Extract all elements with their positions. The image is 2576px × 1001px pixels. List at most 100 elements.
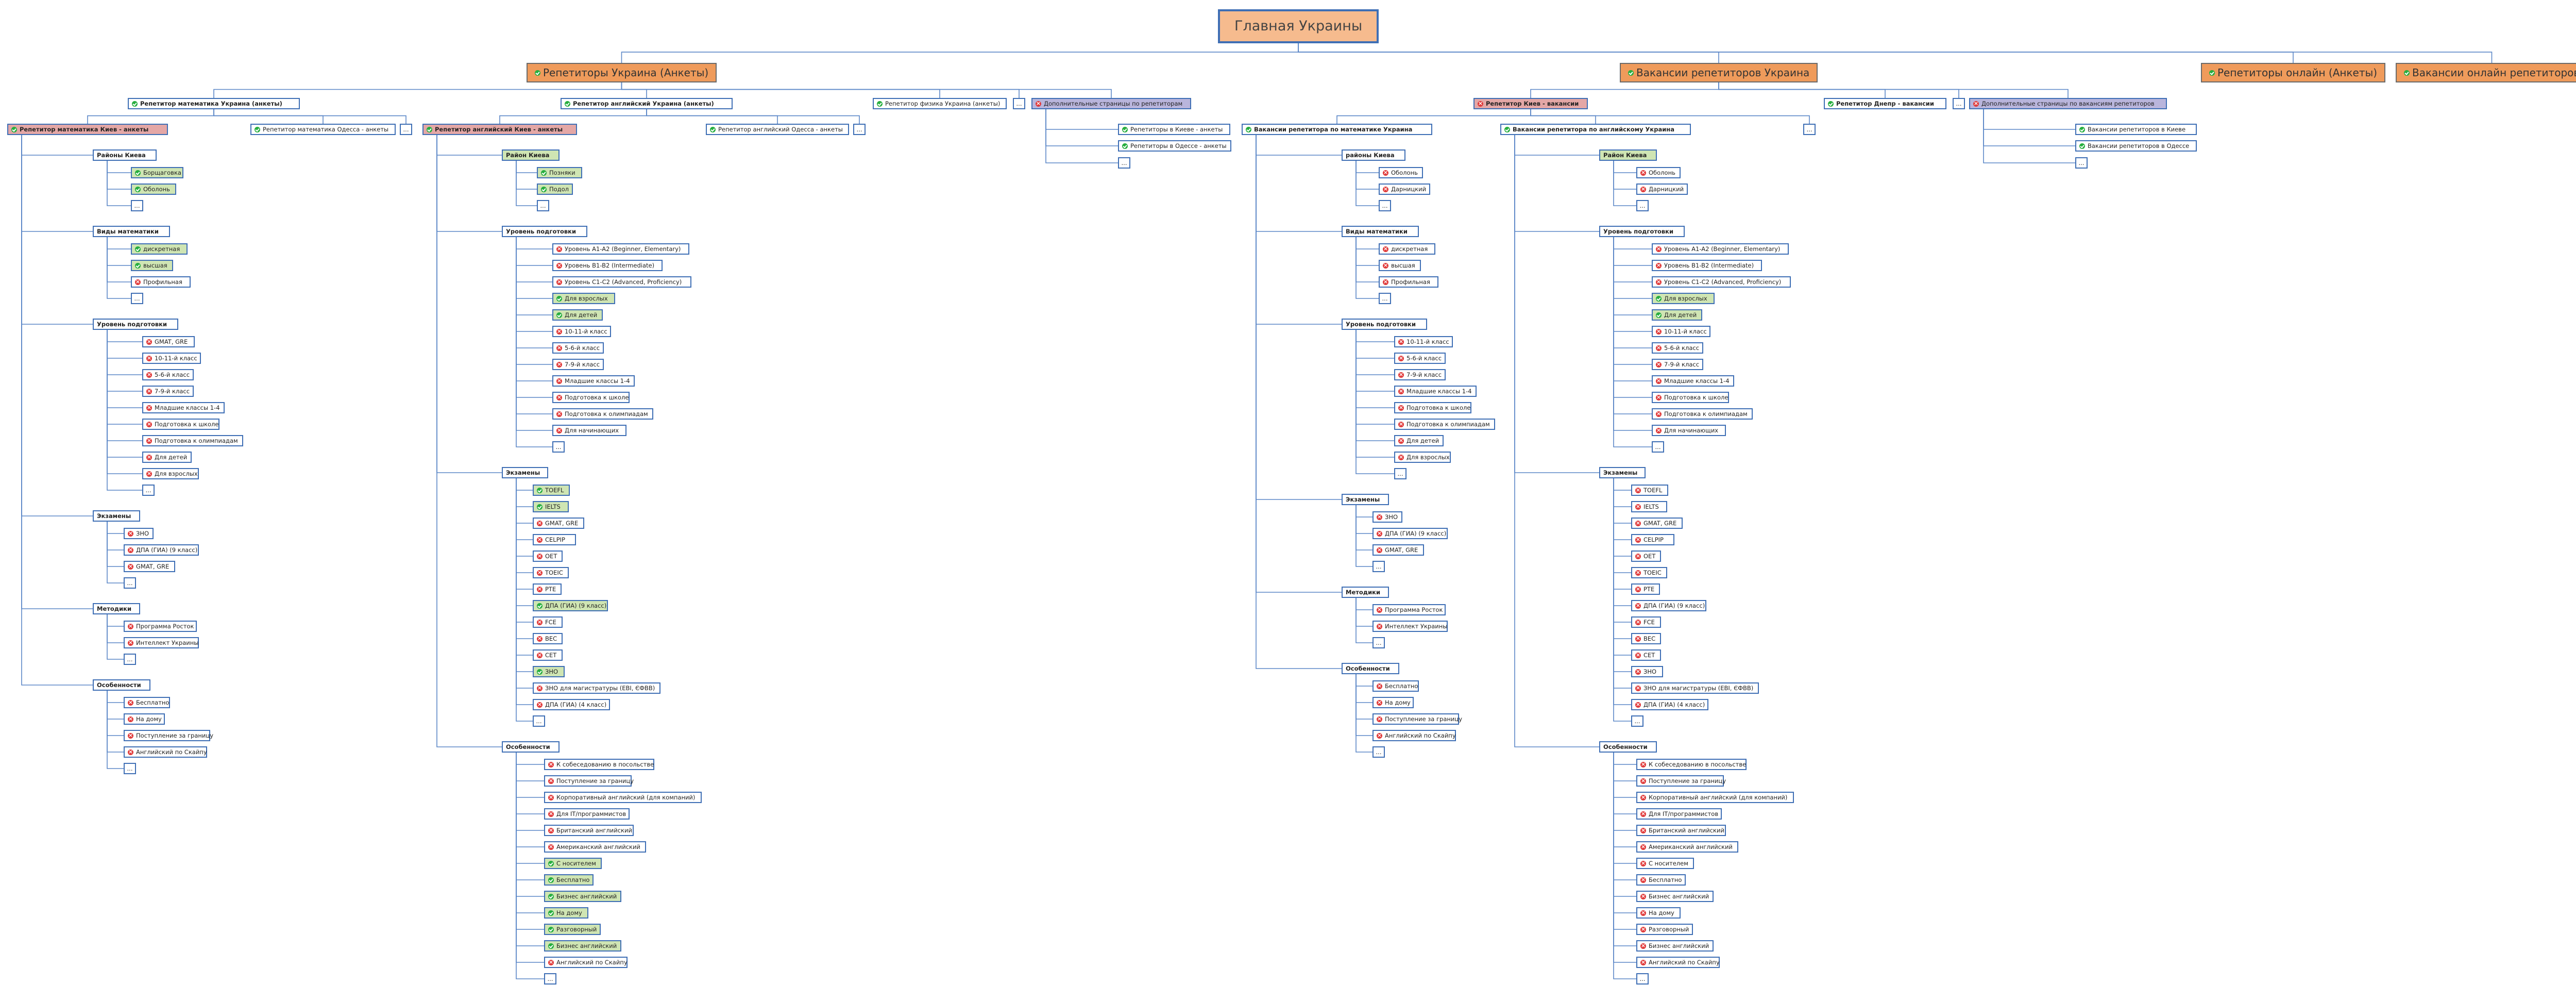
more-node[interactable]: ... — [853, 124, 866, 135]
more-node[interactable]: ... — [552, 441, 565, 453]
sitemap-node[interactable]: Поступление за границу — [124, 730, 213, 741]
sitemap-node[interactable]: GMAT, GRE — [533, 518, 584, 529]
sitemap-node[interactable]: 10-11-й класс — [552, 326, 611, 337]
sitemap-node[interactable]: CELPIP — [533, 534, 576, 545]
sitemap-node[interactable]: Поступление за границу — [544, 775, 634, 787]
sitemap-node[interactable]: 7-9-й класс — [142, 386, 194, 397]
more-node[interactable]: ... — [1379, 293, 1391, 304]
sitemap-node[interactable]: Профильная — [1379, 276, 1438, 288]
sitemap-node[interactable]: ЗНО — [1372, 511, 1402, 523]
sitemap-node[interactable]: ДПА (ГИА) (4 класс) — [1631, 699, 1708, 710]
sitemap-node[interactable]: BEC — [533, 633, 563, 644]
sitemap-node[interactable]: 5-6-й класс — [552, 342, 604, 354]
sitemap-node[interactable]: ДПА (ГИА) (9 класс) — [1631, 600, 1706, 611]
sitemap-node[interactable]: GMAT, GRE — [142, 336, 195, 347]
sitemap-node[interactable]: С носителем — [1636, 858, 1694, 869]
sitemap-node[interactable]: Разговорный — [1636, 924, 1693, 935]
sitemap-node[interactable]: Американский английский — [544, 841, 646, 853]
sitemap-node[interactable]: Младшие классы 1-4 — [552, 375, 635, 387]
sitemap-node[interactable]: Для детей — [1394, 435, 1444, 446]
sitemap-node[interactable]: Репетитор математика Украина (анкеты) — [128, 98, 300, 109]
sitemap-node[interactable]: Виды математики — [1342, 226, 1419, 237]
more-node[interactable]: ... — [131, 293, 143, 304]
sitemap-node[interactable]: Бесплатно — [124, 697, 170, 708]
sitemap-node[interactable]: Вакансии онлайн репетиторов — [2396, 63, 2576, 82]
sitemap-node[interactable]: FCE — [533, 616, 563, 628]
sitemap-node[interactable]: Программа Росток — [124, 621, 197, 632]
sitemap-node[interactable]: Оболонь — [1636, 167, 1681, 178]
sitemap-node[interactable]: Уровень подготовки — [93, 319, 178, 330]
more-node[interactable]: ... — [1379, 200, 1391, 211]
sitemap-node[interactable]: высшая — [1379, 260, 1421, 271]
root-node[interactable]: Главная Украины — [1218, 9, 1379, 43]
sitemap-node[interactable]: Репетитор английский Киев - анкеты — [422, 124, 577, 135]
sitemap-node[interactable]: районы Киева — [1342, 149, 1405, 161]
sitemap-node[interactable]: ЗНО — [1631, 666, 1663, 677]
sitemap-node[interactable]: Особенности — [1342, 663, 1399, 674]
sitemap-node[interactable]: Уровень подготовки — [1599, 226, 1685, 237]
sitemap-node[interactable]: На дому — [1372, 697, 1414, 708]
sitemap-node[interactable]: Для взрослых — [1394, 452, 1451, 463]
sitemap-node[interactable]: Уровень A1-A2 (Beginner, Elementary) — [552, 243, 689, 255]
sitemap-node[interactable]: 10-11-й класс — [142, 353, 201, 364]
sitemap-node[interactable]: высшая — [131, 260, 173, 271]
sitemap-node[interactable]: TOEFL — [533, 485, 570, 496]
sitemap-node[interactable]: Позняки — [537, 167, 582, 178]
sitemap-node[interactable]: PTE — [533, 583, 562, 595]
sitemap-node[interactable]: Для детей — [142, 452, 192, 463]
sitemap-node[interactable]: 5-6-й класс — [1394, 353, 1446, 364]
sitemap-node[interactable]: Бесплатно — [1372, 680, 1419, 692]
sitemap-node[interactable]: Особенности — [1599, 741, 1657, 753]
sitemap-node[interactable]: Экзамены — [93, 510, 140, 522]
sitemap-node[interactable]: Борщаговка — [131, 167, 183, 178]
sitemap-node[interactable]: Английский по Скайпу — [1636, 957, 1720, 968]
sitemap-node[interactable]: Подготовка к олимпиадам — [552, 408, 653, 420]
sitemap-node[interactable]: Бизнес английский — [544, 940, 621, 952]
sitemap-node[interactable]: OET — [1631, 550, 1661, 562]
sitemap-node[interactable]: Репетитор английский Украина (анкеты) — [561, 98, 733, 109]
sitemap-node[interactable]: Район Киева — [502, 149, 560, 161]
sitemap-node[interactable]: Экзамены — [1342, 494, 1389, 505]
sitemap-node[interactable]: На дому — [124, 713, 165, 725]
more-node[interactable]: ... — [1372, 561, 1385, 572]
sitemap-node[interactable]: Уровень C1-C2 (Advanced, Proficiency) — [1652, 276, 1791, 288]
more-node[interactable]: ... — [1394, 468, 1406, 479]
sitemap-node[interactable]: Дополнительные страницы по репетиторам — [1031, 98, 1191, 109]
sitemap-node[interactable]: Для начинающих — [1652, 425, 1726, 436]
more-node[interactable]: ... — [1636, 973, 1649, 985]
sitemap-node[interactable]: ДПА (ГИА) (9 класс) — [533, 600, 608, 611]
sitemap-node[interactable]: Для начинающих — [552, 425, 626, 436]
more-node[interactable]: ... — [1118, 157, 1130, 169]
sitemap-node[interactable]: Уровень A1-A2 (Beginner, Elementary) — [1652, 243, 1789, 255]
sitemap-node[interactable]: Уровень C1-C2 (Advanced, Proficiency) — [552, 276, 691, 288]
sitemap-node[interactable]: GMAT, GRE — [124, 561, 175, 572]
sitemap-node[interactable]: Бесплатно — [544, 874, 594, 886]
sitemap-node[interactable]: Виды математики — [93, 226, 170, 237]
sitemap-node[interactable]: ЗНО — [124, 528, 154, 539]
sitemap-node[interactable]: Особенности — [93, 679, 150, 691]
sitemap-node[interactable]: С носителем — [544, 858, 602, 869]
more-node[interactable]: ... — [124, 577, 136, 589]
sitemap-node[interactable]: Репетиторы в Одессе - анкеты — [1118, 140, 1231, 152]
sitemap-node[interactable]: Профильная — [131, 276, 191, 288]
sitemap-node[interactable]: Бизнес английский — [544, 891, 621, 902]
sitemap-node[interactable]: TOEIC — [533, 567, 569, 578]
sitemap-node[interactable]: Уровень подготовки — [502, 226, 587, 237]
more-node[interactable]: ... — [400, 124, 412, 135]
sitemap-node[interactable]: ЗНО для магистратуры (ЕВІ, ЄФВВ) — [1631, 682, 1759, 694]
sitemap-node[interactable]: Уровень подготовки — [1342, 319, 1427, 330]
sitemap-node[interactable]: 7-9-й класс — [1652, 359, 1703, 370]
sitemap-node[interactable]: Оболонь — [131, 183, 176, 195]
sitemap-node[interactable]: FCE — [1631, 616, 1661, 628]
sitemap-node[interactable]: ЗНО для магистратуры (ЕВІ, ЄФВВ) — [533, 682, 660, 694]
sitemap-node[interactable]: 5-6-й класс — [142, 369, 194, 380]
sitemap-node[interactable]: Интеллект Украины — [124, 637, 199, 648]
sitemap-node[interactable]: Репетиторы Украина (Анкеты) — [527, 63, 717, 82]
sitemap-node[interactable]: Подготовка к школе — [1394, 402, 1471, 413]
more-node[interactable]: ... — [1372, 746, 1385, 758]
sitemap-node[interactable]: 7-9-й класс — [552, 359, 604, 370]
sitemap-node[interactable]: Вакансии репетиторов в Киеве — [2075, 124, 2197, 135]
sitemap-node[interactable]: 5-6-й класс — [1652, 342, 1703, 354]
sitemap-node[interactable]: Корпоративный английский (для компаний) — [1636, 792, 1794, 803]
more-node[interactable]: ... — [1652, 441, 1664, 453]
